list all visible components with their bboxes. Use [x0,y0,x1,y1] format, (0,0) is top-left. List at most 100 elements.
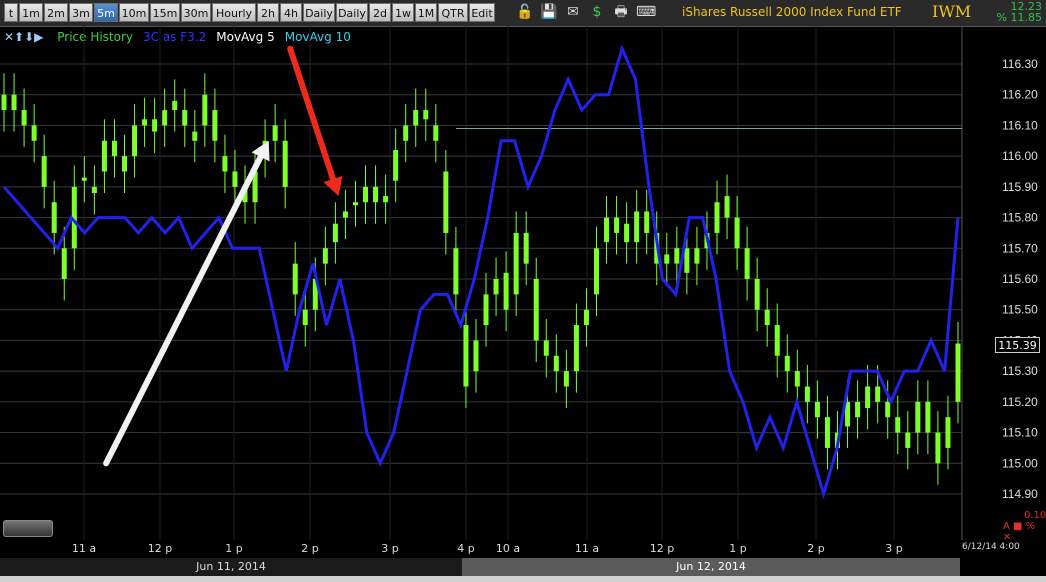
x-tick-8: 12 p [649,542,675,555]
candle-body [513,232,519,295]
timeframe-button-2[interactable]: 2m [44,3,68,22]
candle-body [885,401,891,418]
timeframe-button-13[interactable]: 2d [369,3,391,22]
candle-body [91,186,97,193]
x-tick-2: 1 p [225,542,243,555]
candle-body [292,263,298,295]
instrument-name: iShares Russell 2000 Index Fund ETF [682,5,902,19]
candle-body [342,211,348,218]
candle-body [352,202,358,206]
candle-body [644,211,650,233]
candle-body [694,248,700,264]
candle-body [463,325,469,387]
timeframe-button-16[interactable]: QTR [438,3,468,22]
candle-body [272,125,278,141]
candle-body [61,248,67,279]
symbol-label: IWM [932,2,972,21]
padlock-icon[interactable]: 🔓 [516,2,534,22]
x-tick-4: 3 p [381,542,399,555]
candle-body [905,432,911,448]
candle-body [212,110,218,141]
y-tick-7: 115.60 [1002,272,1038,286]
change-percent: % 11.85 [996,11,1042,24]
timestamp: 6/12/14 4:00 [962,542,1020,552]
candle-body [383,196,389,203]
timeframe-button-4[interactable]: 5m [94,3,118,22]
candle-body [784,355,790,372]
timeframe-button-3[interactable]: 3m [69,3,93,22]
y-tick-10: 115.30 [1002,364,1038,378]
timeframe-button-10[interactable]: 4h [280,3,302,22]
y-tick-0: 116.30 [1002,57,1038,71]
chart-scroll-handle[interactable] [3,520,53,537]
x-tick-3: 2 p [301,542,319,555]
x-tick-0: 11 a [71,542,97,555]
timeframe-button-9[interactable]: 2h [257,3,279,22]
candle-body [122,156,128,172]
x-tick-1: 12 p [147,542,173,555]
timeframe-button-17[interactable]: Edit [469,3,495,22]
y-tick-11: 115.20 [1002,395,1038,409]
candle-body [302,309,308,326]
candle-body [503,272,509,310]
candle-body [754,279,760,310]
y-tick-6: 115.70 [1002,241,1038,255]
candle-body [192,131,198,141]
save-icon[interactable]: 💾 [540,2,558,22]
series-line-3c [2,44,960,500]
candle-body [483,294,489,326]
candle-body [363,186,369,203]
candle-body [202,94,208,126]
candle-body [734,217,740,249]
candle-body [101,140,107,172]
candle-body [553,355,559,372]
candle-body [1,94,7,111]
candle-body [634,211,640,243]
timeframe-button-11[interactable]: Daily [303,3,335,22]
candle-body [182,110,188,126]
timeframe-button-1[interactable]: 1m [19,3,43,22]
candle-body [282,140,288,187]
candle-body [764,309,770,326]
timeframe-button-5[interactable]: 10m [119,3,149,22]
candle-body [443,171,449,233]
candle-body [925,401,931,433]
print-icon[interactable]: 🖶 [612,2,630,22]
dollar-icon[interactable]: $ [588,2,606,22]
indicator-mark: A ■ % ✕ [1003,521,1036,543]
timeframe-button-6[interactable]: 15m [150,3,180,22]
candle-body [423,110,429,120]
candle-body [152,119,158,132]
candle-body [232,171,238,187]
candle-body [523,232,529,264]
candle-body [814,401,820,418]
candle-body [593,248,599,295]
candle-body [51,202,57,233]
date-label-jun-12: Jun 12, 2014 [462,558,960,576]
timeframe-button-0[interactable]: t [4,3,18,22]
last-price-marker: 115.39 [995,337,1040,353]
date-label-jun-11: Jun 11, 2014 [0,558,462,576]
timeframe-button-14[interactable]: 1w [392,3,414,22]
candle-body [533,279,539,341]
price-chart[interactable]: 116.30 116.20 116.10 116.00 115.90 115.80 115.… [0,26,1046,540]
mail-icon[interactable]: ✉ [564,2,582,22]
y-tick-2: 116.10 [1002,118,1038,132]
x-tick-9: 1 p [729,542,747,555]
indicator-value: 0.10 [1024,510,1046,521]
candle-body [604,217,610,243]
timeframe-button-12[interactable]: Daily [336,3,368,22]
candle-body [744,248,750,279]
timeframe-button-8[interactable]: Hourly [212,3,256,22]
candle-body [493,279,499,295]
candle-body [413,110,419,126]
candle-body [573,325,579,372]
keyboard-icon[interactable]: ⌨ [636,2,656,22]
candle-body [664,254,670,264]
y-tick-4: 115.90 [1002,180,1038,194]
x-tick-10: 2 p [807,542,825,555]
timeframe-button-15[interactable]: 1M [415,3,437,22]
candle-body [583,309,589,326]
candle-body [473,340,479,372]
timeframe-button-7[interactable]: 30m [181,3,211,22]
